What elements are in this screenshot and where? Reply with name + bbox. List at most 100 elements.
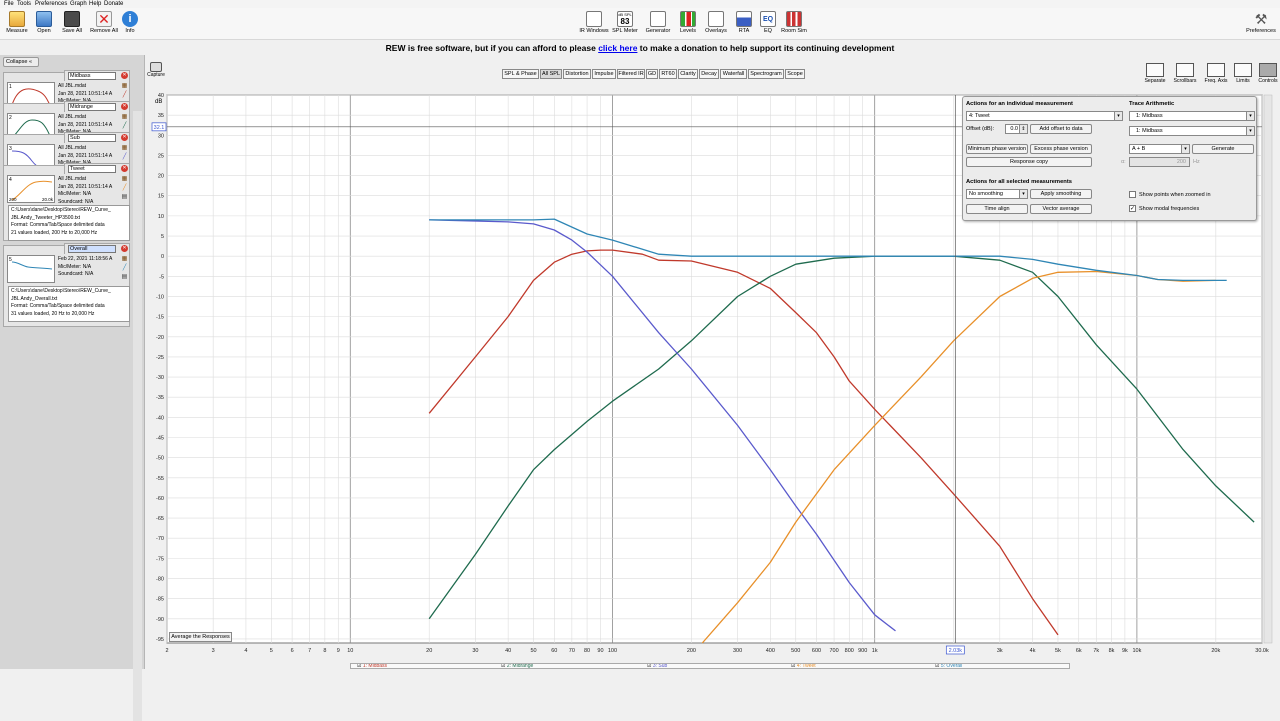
x-tick-label: 60 — [551, 648, 557, 654]
x-tick-label: 10k — [1132, 648, 1141, 654]
x-tick-label: 70 — [569, 648, 575, 654]
chevron-down-icon: ▾ — [1019, 190, 1027, 198]
y-tick-label: -60 — [156, 496, 164, 502]
measurement-select-value: 4: Tweet — [969, 113, 990, 119]
vector-average-button[interactable]: Vector average — [1030, 204, 1092, 214]
smoothing-select[interactable]: No smoothing ▾ — [966, 189, 1028, 199]
x-tick-label: 8k — [1109, 648, 1115, 654]
y-tick-label: 25 — [158, 153, 164, 159]
response-copy-button[interactable]: Response copy — [966, 157, 1092, 167]
y-tick-label: 0 — [161, 254, 164, 260]
chevron-down-icon: ▾ — [1246, 112, 1254, 120]
selected-actions-title: Actions for all selected measurements — [966, 179, 1072, 185]
x-tick-label: 400 — [766, 648, 775, 654]
x-tick-label: 5k — [1055, 648, 1061, 654]
apply-smoothing-button[interactable]: Apply smoothing — [1030, 189, 1092, 199]
offset-value: 0.0 — [1010, 126, 1018, 132]
x-tick-label: 80 — [584, 648, 590, 654]
show-points-label: Show points when zoomed in — [1139, 192, 1211, 198]
x-tick-label: 600 — [812, 648, 821, 654]
x-tick-label: 20 — [426, 648, 432, 654]
show-points-checkbox[interactable] — [1129, 191, 1136, 198]
y-tick-label: -35 — [156, 395, 164, 401]
legend-label: 1: Midbass — [362, 663, 388, 669]
show-modal-checkbox[interactable]: ✓ — [1129, 205, 1136, 212]
x-tick-label: 300 — [733, 648, 742, 654]
x-tick-label: 900 — [858, 648, 867, 654]
x-tick-label: 90 — [597, 648, 603, 654]
legend-item-sub[interactable]: ☑ 3: Sub — [647, 663, 668, 669]
cursor-freq-readout: 2.03k — [949, 648, 963, 654]
y-tick-label: -90 — [156, 617, 164, 623]
average-responses-button[interactable]: Average the Responses — [169, 632, 232, 642]
trace-operation-value: A + B — [1132, 146, 1146, 152]
legend-item-midrange[interactable]: ☑ 2: Midrange — [501, 663, 534, 669]
legend-checkbox[interactable]: ☑ — [357, 664, 361, 668]
x-tick-label: 8 — [323, 648, 326, 654]
y-tick-label: 20 — [158, 174, 164, 180]
trace-operation-select[interactable]: A + B ▾ — [1129, 144, 1190, 154]
x-tick-label: 7k — [1093, 648, 1099, 654]
cursor-db-readout: 32.1 — [154, 125, 165, 131]
trace-a-value: 1: Midbass — [1136, 113, 1163, 119]
y-axis-label: dB — [155, 99, 162, 105]
legend-checkbox[interactable]: ☑ — [935, 664, 939, 668]
x-tick-label: 1k — [872, 648, 878, 654]
y-tick-label: -50 — [156, 456, 164, 462]
x-tick-label: 9 — [337, 648, 340, 654]
legend-checkbox[interactable]: ☑ — [791, 664, 795, 668]
x-tick-label: 9k — [1122, 648, 1128, 654]
y-tick-label: 5 — [161, 234, 164, 240]
minimum-phase-button[interactable]: Minimum phase version — [966, 144, 1028, 154]
chevron-down-icon: ▾ — [1246, 127, 1254, 135]
legend-label: 3: Sub — [652, 663, 668, 669]
controls-panel: Actions for an individual measurement 4:… — [962, 96, 1257, 221]
measurement-select[interactable]: 4: Tweet ▾ — [966, 111, 1123, 121]
trace-b-select[interactable]: 1: Midbass ▾ — [1129, 126, 1255, 136]
legend-item-midbass[interactable]: ☑ 1: Midbass — [357, 663, 388, 669]
hz-unit-label: Hz — [1193, 159, 1200, 165]
x-tick-label: 20k — [1211, 648, 1220, 654]
y-tick-label: -85 — [156, 597, 164, 603]
x-tick-label: 100 — [608, 648, 617, 654]
x-tick-label: 4k — [1030, 648, 1036, 654]
y-tick-label: 30 — [158, 133, 164, 139]
x-tick-label: 10 — [347, 648, 353, 654]
excess-phase-button[interactable]: Excess phase version — [1030, 144, 1092, 154]
y-tick-label: 35 — [158, 113, 164, 119]
x-tick-label: 6 — [291, 648, 294, 654]
legend-label: 2: Midrange — [506, 663, 534, 669]
x-tick-label: 800 — [845, 648, 854, 654]
y-tick-label: -25 — [156, 355, 164, 361]
y-tick-label: -55 — [156, 476, 164, 482]
legend-checkbox[interactable]: ☑ — [647, 664, 651, 668]
x-tick-label: 200 — [687, 648, 696, 654]
trace-frequency-field[interactable]: 200 — [1129, 157, 1190, 167]
legend-item-overall[interactable]: ☑ 5: Overall — [935, 664, 962, 668]
x-tick-label: 3 — [212, 648, 215, 654]
time-align-button[interactable]: Time align — [966, 204, 1028, 214]
x-tick-label: 6k — [1076, 648, 1082, 654]
y-tick-label: -10 — [156, 294, 164, 300]
chevron-down-icon: ▾ — [1114, 112, 1122, 120]
y-tick-label: -30 — [156, 375, 164, 381]
generate-button[interactable]: Generate — [1192, 144, 1254, 154]
x-tick-label: 30.0k — [1255, 648, 1269, 654]
y-tick-label: -65 — [156, 516, 164, 522]
x-tick-label: 2 — [165, 648, 168, 654]
y-tick-label: -95 — [156, 637, 164, 643]
x-tick-label: 7 — [308, 648, 311, 654]
x-tick-label: 3k — [997, 648, 1003, 654]
trace-arithmetic-title: Trace Arithmetic — [1129, 101, 1175, 107]
trace-a-select[interactable]: 1: Midbass ▾ — [1129, 111, 1255, 121]
y-tick-label: -45 — [156, 436, 164, 442]
offset-label: Offset (dB): — [966, 126, 995, 132]
offset-spinner[interactable]: 0.0 ⇕ — [1005, 124, 1028, 134]
x-tick-label: 4 — [244, 648, 247, 654]
add-offset-button[interactable]: Add offset to data — [1030, 124, 1092, 134]
x-tick-label: 500 — [791, 648, 800, 654]
y-tick-label: -15 — [156, 315, 164, 321]
y-tick-label: -70 — [156, 536, 164, 542]
legend-checkbox[interactable]: ☑ — [501, 664, 505, 668]
legend-item-tweet[interactable]: ☑ 4: Tweet — [791, 664, 816, 668]
